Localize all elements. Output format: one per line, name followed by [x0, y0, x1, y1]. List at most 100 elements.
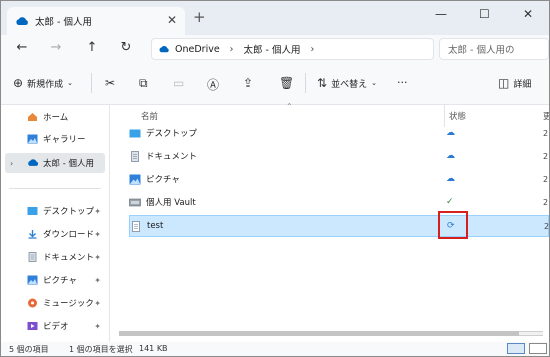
table-row[interactable]: 個人用 Vault ✓ 2 — [129, 191, 549, 213]
explorer-window: 太郎 - 個人用 ✕ + — ☐ ✕ ← → ↑ ↻ OneDrive › 太郎… — [0, 0, 550, 357]
sidebar-item-label: ドキュメント — [43, 253, 95, 263]
tab-onedrive[interactable]: 太郎 - 個人用 ✕ — [7, 7, 185, 35]
breadcrumb-personal[interactable]: 太郎 - 個人用 — [243, 42, 300, 56]
minimize-button[interactable]: — — [435, 7, 447, 21]
file-name: ドキュメント — [146, 152, 198, 162]
pin-icon: ✦ — [94, 298, 101, 308]
pin-icon: ✦ — [94, 321, 101, 331]
sidebar-item-label: ギャラリー — [43, 135, 86, 145]
sidebar-item-onedrive-personal[interactable]: › 太郎 - 個人用 — [5, 153, 105, 173]
table-row-selected[interactable]: test ⟳ 2 — [129, 215, 549, 237]
copy-button[interactable]: ⧉ — [139, 76, 152, 91]
chevron-right-icon[interactable]: › — [10, 159, 13, 168]
sidebar-item-pictures[interactable]: ピクチャ ✦ — [1, 270, 105, 290]
pictures-icon — [27, 275, 38, 285]
paste-button[interactable]: ▭ — [173, 76, 188, 90]
toolbar-divider — [305, 73, 306, 93]
desktop-folder-icon — [27, 206, 38, 216]
new-label: 新規作成 — [27, 79, 64, 90]
search-input[interactable]: 太郎 - 個人用の — [439, 38, 549, 60]
sort-icon: ⇅ — [317, 76, 328, 90]
sort-ascending-icon: ⌃ — [286, 102, 293, 111]
item-count: 5 個の項目 — [9, 345, 49, 354]
details-view-button[interactable] — [507, 343, 525, 354]
delete-button[interactable]: 🗑 — [279, 76, 298, 90]
table-row[interactable]: デスクトップ ☁ 2 — [129, 122, 549, 144]
home-icon — [27, 112, 38, 122]
sidebar-item-documents[interactable]: ドキュメント ✦ — [1, 247, 105, 267]
breadcrumb-separator[interactable]: › — [310, 44, 314, 55]
table-row[interactable]: ピクチャ ☁ 2 — [129, 168, 549, 190]
gallery-icon — [27, 134, 38, 144]
sync-status-highlight-box — [438, 211, 468, 239]
more-options-button[interactable]: ··· — [397, 76, 408, 89]
refresh-button[interactable]: ↻ — [117, 40, 135, 55]
sidebar-item-label: ビデオ — [43, 322, 69, 332]
onedrive-cloud-icon — [27, 158, 39, 168]
table-row[interactable]: ドキュメント ☁ 2 — [129, 145, 549, 167]
download-icon — [27, 229, 38, 239]
file-date: 2 — [543, 174, 549, 184]
cloud-status-icon: ☁ — [446, 128, 455, 138]
details-pane-button[interactable]: ◫ 詳細 — [498, 76, 531, 90]
file-date: 2 — [544, 221, 550, 231]
cut-button[interactable]: ✂ — [105, 76, 119, 90]
breadcrumb-onedrive[interactable]: OneDrive — [175, 44, 220, 55]
rename-button[interactable]: Ⓐ — [207, 76, 223, 93]
tab-title: 太郎 - 個人用 — [35, 17, 92, 28]
new-tab-button[interactable]: + — [193, 8, 206, 26]
file-date: 2 — [543, 197, 549, 207]
chevron-down-icon: ⌄ — [67, 79, 73, 87]
sort-label: 並べ替え — [331, 79, 368, 90]
back-button[interactable]: ← — [13, 40, 31, 55]
onedrive-cloud-icon — [159, 46, 169, 53]
pin-icon: ✦ — [94, 252, 101, 262]
address-bar[interactable]: OneDrive › 太郎 - 個人用 › — [151, 38, 434, 60]
file-date: 2 — [543, 128, 549, 138]
document-icon — [129, 150, 141, 162]
pin-icon: ✦ — [94, 206, 101, 216]
selection-info: 1 個の項目を選択 — [69, 345, 133, 354]
file-name: test — [147, 221, 164, 231]
navigation-bar: ← → ↑ ↻ OneDrive › 太郎 - 個人用 › 太郎 - 個人用の — [1, 35, 549, 63]
plus-icon: ⊕ — [13, 76, 24, 90]
title-bar: 太郎 - 個人用 ✕ + — ☐ ✕ — [1, 1, 549, 35]
document-icon — [27, 252, 38, 262]
tiles-view-button[interactable] — [529, 343, 547, 354]
tab-close-button[interactable]: ✕ — [167, 13, 177, 27]
selection-size: 141 KB — [139, 344, 168, 353]
pin-icon: ✦ — [94, 275, 101, 285]
vault-icon — [129, 197, 141, 208]
video-icon — [27, 321, 38, 331]
sidebar-item-music[interactable]: ミュージック ✦ — [1, 293, 105, 313]
share-button[interactable]: ⇪ — [243, 76, 257, 90]
sidebar-item-desktop[interactable]: デスクトップ ✦ — [1, 201, 105, 221]
toolbar-divider — [91, 73, 92, 93]
file-date: 2 — [543, 151, 549, 161]
sidebar-item-home[interactable]: ホーム — [1, 107, 105, 127]
breadcrumb-separator[interactable]: › — [230, 44, 234, 55]
new-button[interactable]: ⊕ 新規作成 ⌄ — [13, 76, 73, 90]
forward-button[interactable]: → — [47, 40, 65, 55]
pin-icon: ✦ — [94, 229, 101, 239]
share-icon: ⇪ — [243, 76, 254, 90]
sidebar-item-gallery[interactable]: ギャラリー — [1, 129, 105, 149]
sidebar-item-videos[interactable]: ビデオ ✦ — [1, 316, 105, 336]
sort-button[interactable]: ⇅ 並べ替え ⌄ — [317, 76, 377, 90]
sidebar-item-downloads[interactable]: ダウンロード ✦ — [1, 224, 105, 244]
close-window-button[interactable]: ✕ — [523, 7, 533, 21]
pictures-icon — [129, 174, 141, 185]
file-name: デスクトップ — [146, 129, 198, 139]
cloud-status-icon: ☁ — [446, 151, 455, 161]
chevron-down-icon: ⌄ — [371, 79, 377, 87]
details-pane-icon: ◫ — [498, 76, 510, 90]
sidebar-item-label: ピクチャ — [43, 276, 77, 286]
sidebar-item-label: ダウンロード — [43, 230, 95, 240]
horizontal-scrollbar[interactable] — [119, 328, 543, 338]
sidebar-item-label: 太郎 - 個人用 — [43, 159, 94, 169]
file-list: ⌃ 名前 状態 更 デスクトップ ☁ 2 ドキュメント ☁ 2 ピクチャ ☁ 2… — [111, 102, 549, 342]
scrollbar-thumb[interactable] — [119, 331, 519, 336]
up-button[interactable]: ↑ — [83, 40, 101, 55]
file-name: ピクチャ — [146, 175, 180, 185]
maximize-button[interactable]: ☐ — [479, 7, 490, 21]
